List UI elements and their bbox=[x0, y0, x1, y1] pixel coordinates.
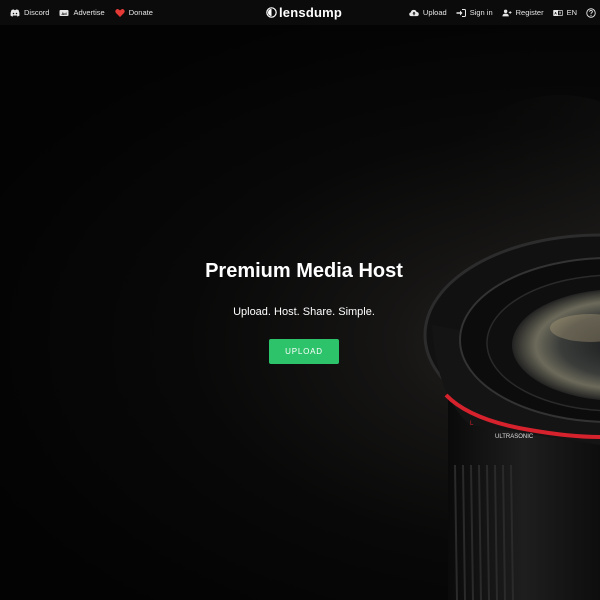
site-logo[interactable]: lensdump bbox=[266, 4, 342, 21]
svg-text:Ad: Ad bbox=[62, 10, 68, 15]
nav-left-group: Discord Ad Advertise Donate bbox=[10, 8, 163, 18]
cloud-upload-icon bbox=[409, 8, 419, 18]
nav-language-label: EN bbox=[566, 8, 577, 17]
svg-text:A: A bbox=[554, 11, 557, 15]
nav-advertise-link[interactable]: Ad Advertise bbox=[59, 8, 105, 18]
discord-icon bbox=[10, 8, 20, 18]
help-icon bbox=[586, 7, 596, 18]
user-plus-icon bbox=[502, 8, 512, 18]
nav-language-selector[interactable]: A EN bbox=[552, 8, 577, 18]
nav-upload-label: Upload bbox=[422, 8, 447, 17]
nav-register-link[interactable]: Register bbox=[502, 8, 544, 18]
nav-signin-link[interactable]: Sign in bbox=[456, 8, 493, 18]
nav-discord-label: Discord bbox=[24, 8, 50, 17]
nav-upload-link[interactable]: Upload bbox=[409, 8, 447, 18]
logo-text: lensdump bbox=[279, 5, 342, 20]
nav-signin-label: Sign in bbox=[469, 8, 493, 17]
nav-donate-label: Donate bbox=[128, 8, 153, 17]
nav-advertise-label: Advertise bbox=[73, 8, 105, 17]
help-button[interactable] bbox=[586, 7, 596, 18]
hero-section: L ULTRASONIC Premium Media Host Upload. … bbox=[0, 25, 600, 600]
hero-subtitle: Upload. Host. Share. Simple. bbox=[233, 306, 375, 318]
nav-right-group: Upload Sign in Register A EN bbox=[400, 0, 596, 25]
svg-text:ULTRASONIC: ULTRASONIC bbox=[495, 434, 534, 440]
nav-discord-link[interactable]: Discord bbox=[10, 8, 49, 18]
language-icon: A bbox=[552, 8, 563, 18]
ad-icon: Ad bbox=[59, 8, 69, 18]
nav-donate-link[interactable]: Donate bbox=[115, 8, 153, 18]
heart-icon bbox=[115, 8, 125, 18]
top-navbar: Discord Ad Advertise Donate lensdump Upl… bbox=[0, 0, 600, 25]
nav-register-label: Register bbox=[515, 8, 544, 17]
hero-title: Premium Media Host bbox=[205, 260, 403, 282]
sign-in-icon bbox=[456, 8, 466, 18]
hero-upload-button[interactable]: UPLOAD bbox=[269, 339, 339, 364]
logo-lens-icon bbox=[266, 7, 277, 18]
